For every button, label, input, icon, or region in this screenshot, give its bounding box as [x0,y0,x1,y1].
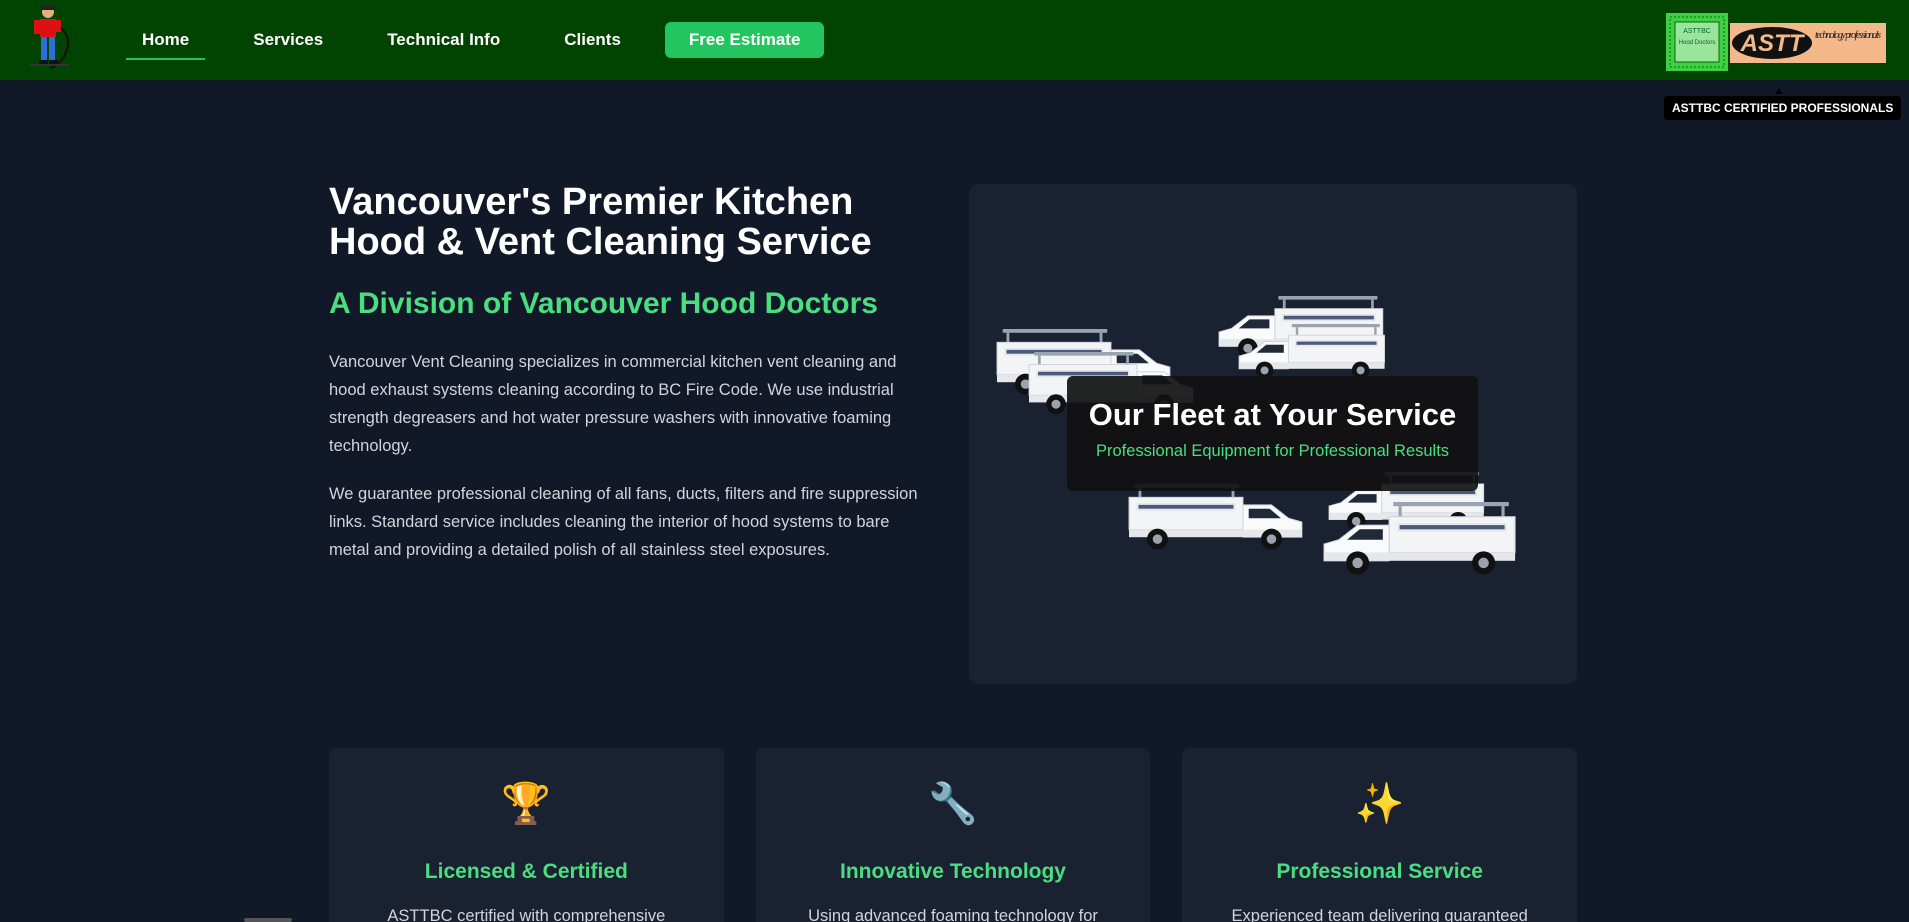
fleet-title: Our Fleet at Your Service [1088,397,1457,432]
feature-card-text: Experienced team delivering guaranteed [1231,907,1528,922]
hero-paragraph-intro: Vancouver Vent Cleaning specializes in c… [329,353,897,455]
horizontal-scrollbar-thumb[interactable] [244,918,292,922]
hero-title: Vancouver's Premier Kitchen Hood & Vent … [329,181,872,263]
feature-card-service: ✨ Professional Service Experienced team … [1182,748,1578,922]
wrench-icon: 🔧 [928,781,978,827]
cert-label-caret [1775,88,1783,94]
feature-card-title: Licensed & Certified [424,860,628,883]
feature-cards: 🏆 Licensed & Certified ASTTBC certified … [329,748,1578,922]
feature-card-text: Using advanced foaming technology for [808,907,1098,922]
nav-technical-info-link[interactable]: Technical Info [371,22,516,58]
badge-astt-logo-text: ASTT [1740,30,1806,57]
sparkles-icon: ✨ [1354,781,1405,827]
feature-card-technology: 🔧 Innovative Technology Using advanced f… [755,748,1151,922]
free-estimate-button[interactable]: Free Estimate [664,22,825,58]
nav-clients-link[interactable]: Clients [548,22,637,58]
navbar: Home Services Technical Info Clients Fre… [0,0,1909,80]
certification-label: ASTTBC CERTIFIED PROFESSIONALS [1664,96,1902,120]
asttbc-certification-badge[interactable]: ASTTBC Hood Doctors ASTT technology prof… [1666,13,1886,71]
hero-subtitle: A Division of Vancouver Hood Doctors [329,287,878,320]
nav-home-link[interactable]: Home [126,22,206,60]
feature-card-licensed: 🏆 Licensed & Certified ASTTBC certified … [329,748,724,922]
trophy-icon: 🏆 [501,781,552,827]
badge-technology-professionals-text: technology professionals [1815,30,1881,41]
badge-hood-doctors-text: Hood Doctors [1679,40,1716,46]
nav-services-link[interactable]: Services [237,22,339,58]
fleet-caption-overlay: Our Fleet at Your Service Professional E… [1067,376,1478,491]
main-nav: Home Services Technical Info Clients Fre… [126,0,825,80]
feature-card-title: Innovative Technology [840,860,1066,883]
badge-asttbc-text: ASTTBC [1683,28,1711,35]
fleet-panel: Our Fleet at Your Service Professional E… [969,184,1577,684]
fleet-subtitle: Professional Equipment for Professional … [1095,442,1450,460]
hero-paragraph-guarantee: We guarantee professional cleaning of al… [329,485,918,559]
feature-card-title: Professional Service [1276,860,1483,883]
worker-logo-icon[interactable] [28,2,76,72]
feature-card-text: ASTTBC certified with comprehensive [387,907,666,922]
